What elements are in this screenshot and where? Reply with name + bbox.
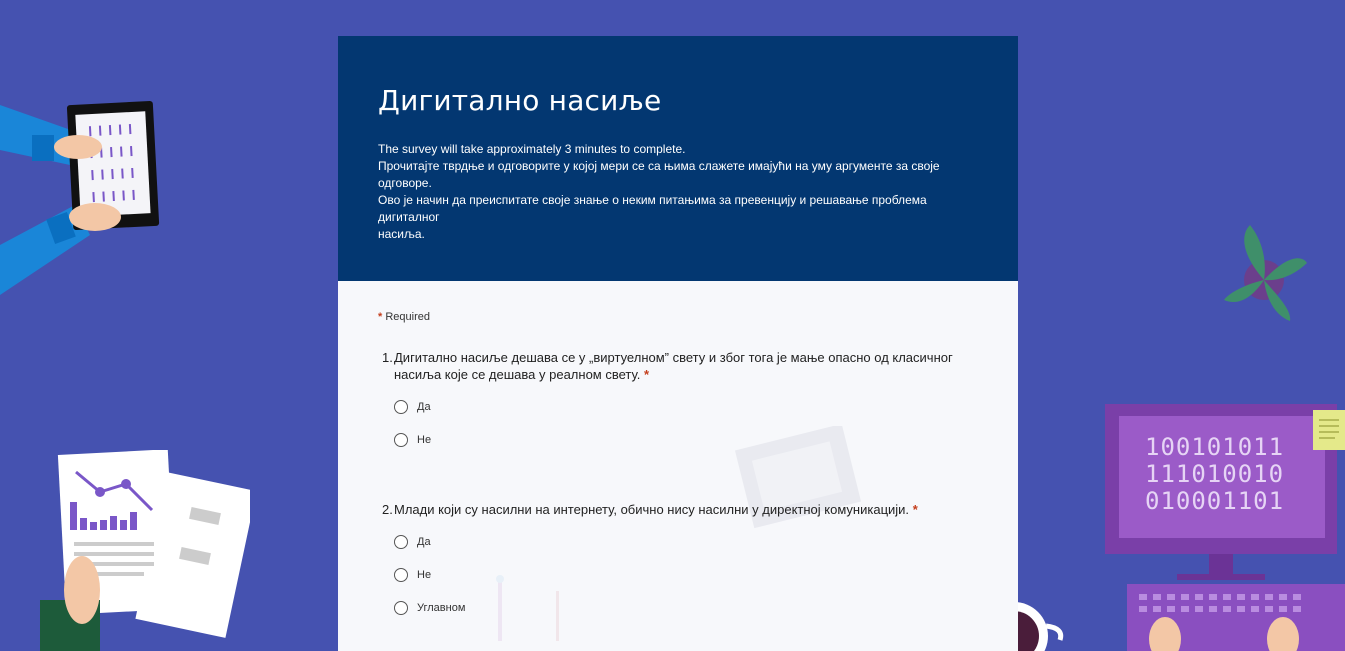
required-star: * bbox=[378, 311, 383, 323]
required-star: * bbox=[912, 502, 918, 517]
radio-option-da[interactable]: Да bbox=[378, 532, 978, 551]
option-label: Да bbox=[417, 400, 431, 413]
required-star: * bbox=[643, 367, 650, 382]
question-number: 2. bbox=[382, 502, 393, 517]
monitor-binary-text: 100101011 111010010 010001101 bbox=[1145, 434, 1284, 515]
question-2: 2. Млади који су насилни на интернету, о… bbox=[378, 501, 978, 617]
radio-button[interactable] bbox=[394, 399, 408, 414]
radio-button[interactable] bbox=[394, 432, 408, 447]
binary-line: 100101011 bbox=[1145, 433, 1285, 461]
question-title: 2. Млади који су насилни на интернету, о… bbox=[378, 501, 978, 518]
radio-button[interactable] bbox=[394, 534, 408, 549]
form-title: Дигитално насиље bbox=[378, 84, 662, 117]
leaf-plant-illustration bbox=[1224, 225, 1307, 321]
question-title: 1. Дигитално насиље дешава се у „виртуел… bbox=[378, 349, 978, 383]
option-label: Да bbox=[417, 535, 431, 548]
description-line: Прочитајте тврдње и одговорите у којој м… bbox=[378, 159, 943, 190]
radio-option-uglavnom[interactable]: Углавном bbox=[378, 598, 978, 617]
question-text: Млади који су насилни на интернету, обич… bbox=[394, 502, 910, 517]
form-body: * Required 1. Дигитално насиље дешава се… bbox=[338, 281, 1018, 651]
form-header: Дигитално насиље The survey will take ap… bbox=[338, 36, 1018, 281]
radio-button[interactable] bbox=[394, 567, 408, 582]
option-label: Не bbox=[417, 433, 432, 446]
option-label: Углавном bbox=[417, 601, 466, 614]
radio-option-ne[interactable]: Не bbox=[378, 430, 978, 449]
radio-button[interactable] bbox=[394, 600, 408, 615]
binary-line: 111010010 bbox=[1145, 460, 1285, 488]
question-1: 1. Дигитално насиље дешава се у „виртуел… bbox=[378, 349, 978, 449]
form-card: Дигитално насиље The survey will take ap… bbox=[338, 36, 1018, 651]
radio-option-ne[interactable]: Не bbox=[378, 565, 978, 584]
required-label: Required bbox=[385, 311, 430, 323]
question-text: Дигитално насиље дешава се у „виртуелном… bbox=[394, 350, 953, 382]
description-line: Ово је начин да преиспитате своје знање … bbox=[378, 193, 927, 241]
report-papers-illustration bbox=[40, 450, 250, 651]
computer-illustration: 100101011 111010010 010001101 bbox=[1105, 404, 1345, 651]
option-label: Не bbox=[417, 568, 432, 581]
required-note: * Required bbox=[378, 311, 978, 323]
form-description: The survey will take approximately 3 min… bbox=[378, 141, 958, 243]
tablet-hands-illustration bbox=[0, 100, 160, 295]
binary-line: 010001101 bbox=[1145, 487, 1285, 515]
description-line: The survey will take approximately 3 min… bbox=[378, 142, 686, 156]
question-number: 1. bbox=[382, 350, 393, 365]
radio-option-da[interactable]: Да bbox=[378, 397, 978, 416]
